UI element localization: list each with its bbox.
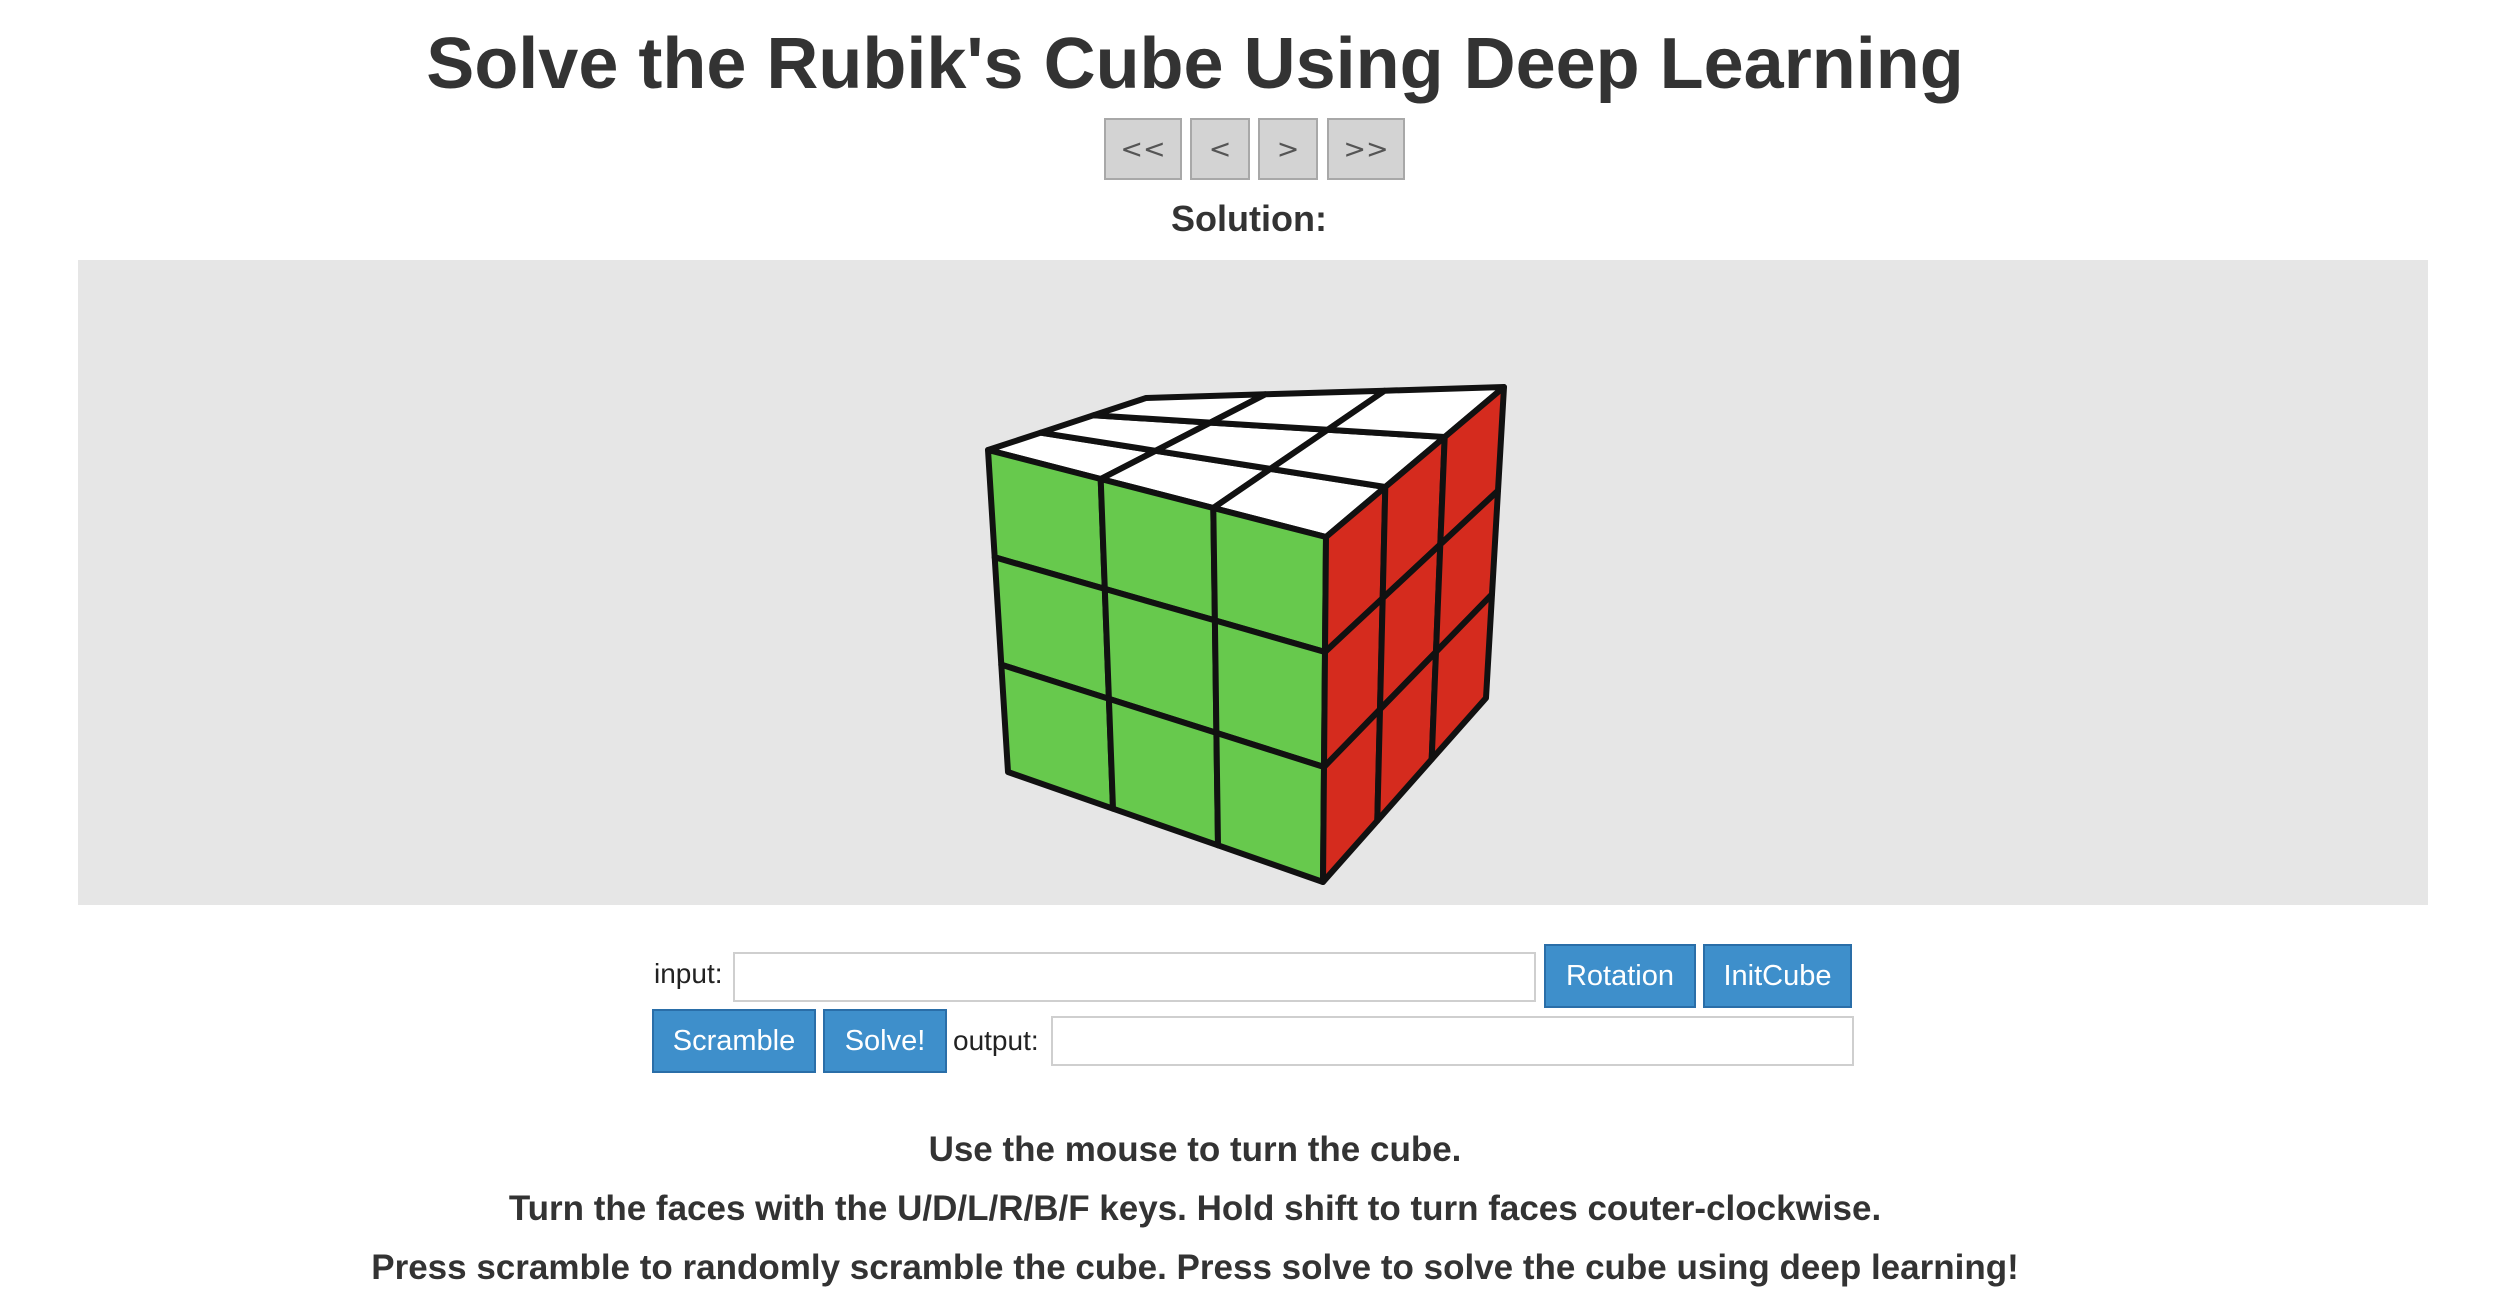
first-step-button[interactable]: << <box>1104 118 1182 180</box>
input-label: input: <box>654 958 723 989</box>
rotation-button[interactable]: Rotation <box>1544 944 1696 1008</box>
initcube-button[interactable]: InitCube <box>1703 944 1852 1008</box>
input-field[interactable] <box>733 952 1536 1002</box>
cube-viewport[interactable] <box>78 260 2428 905</box>
rubiks-cube[interactable] <box>78 260 2428 905</box>
output-field[interactable] <box>1051 1016 1854 1066</box>
solution-label: Solution: <box>1171 198 1327 239</box>
next-step-button[interactable]: > <box>1258 118 1318 180</box>
solve-button[interactable]: Solve! <box>823 1009 947 1073</box>
instruction-scramble-solve: Press scramble to randomly scramble the … <box>371 1248 2019 1287</box>
page-title: Solve the Rubik's Cube Using Deep Learni… <box>426 24 1964 104</box>
solution-navigation: << < > >> <box>0 118 2498 184</box>
previous-step-button[interactable]: < <box>1190 118 1250 180</box>
scramble-button[interactable]: Scramble <box>652 1009 816 1073</box>
instruction-mouse: Use the mouse to turn the cube. <box>928 1130 1462 1169</box>
last-step-button[interactable]: >> <box>1327 118 1405 180</box>
instruction-keys: Turn the faces with the U/D/L/R/B/F keys… <box>508 1189 1882 1228</box>
output-label: output: <box>953 1025 1039 1056</box>
